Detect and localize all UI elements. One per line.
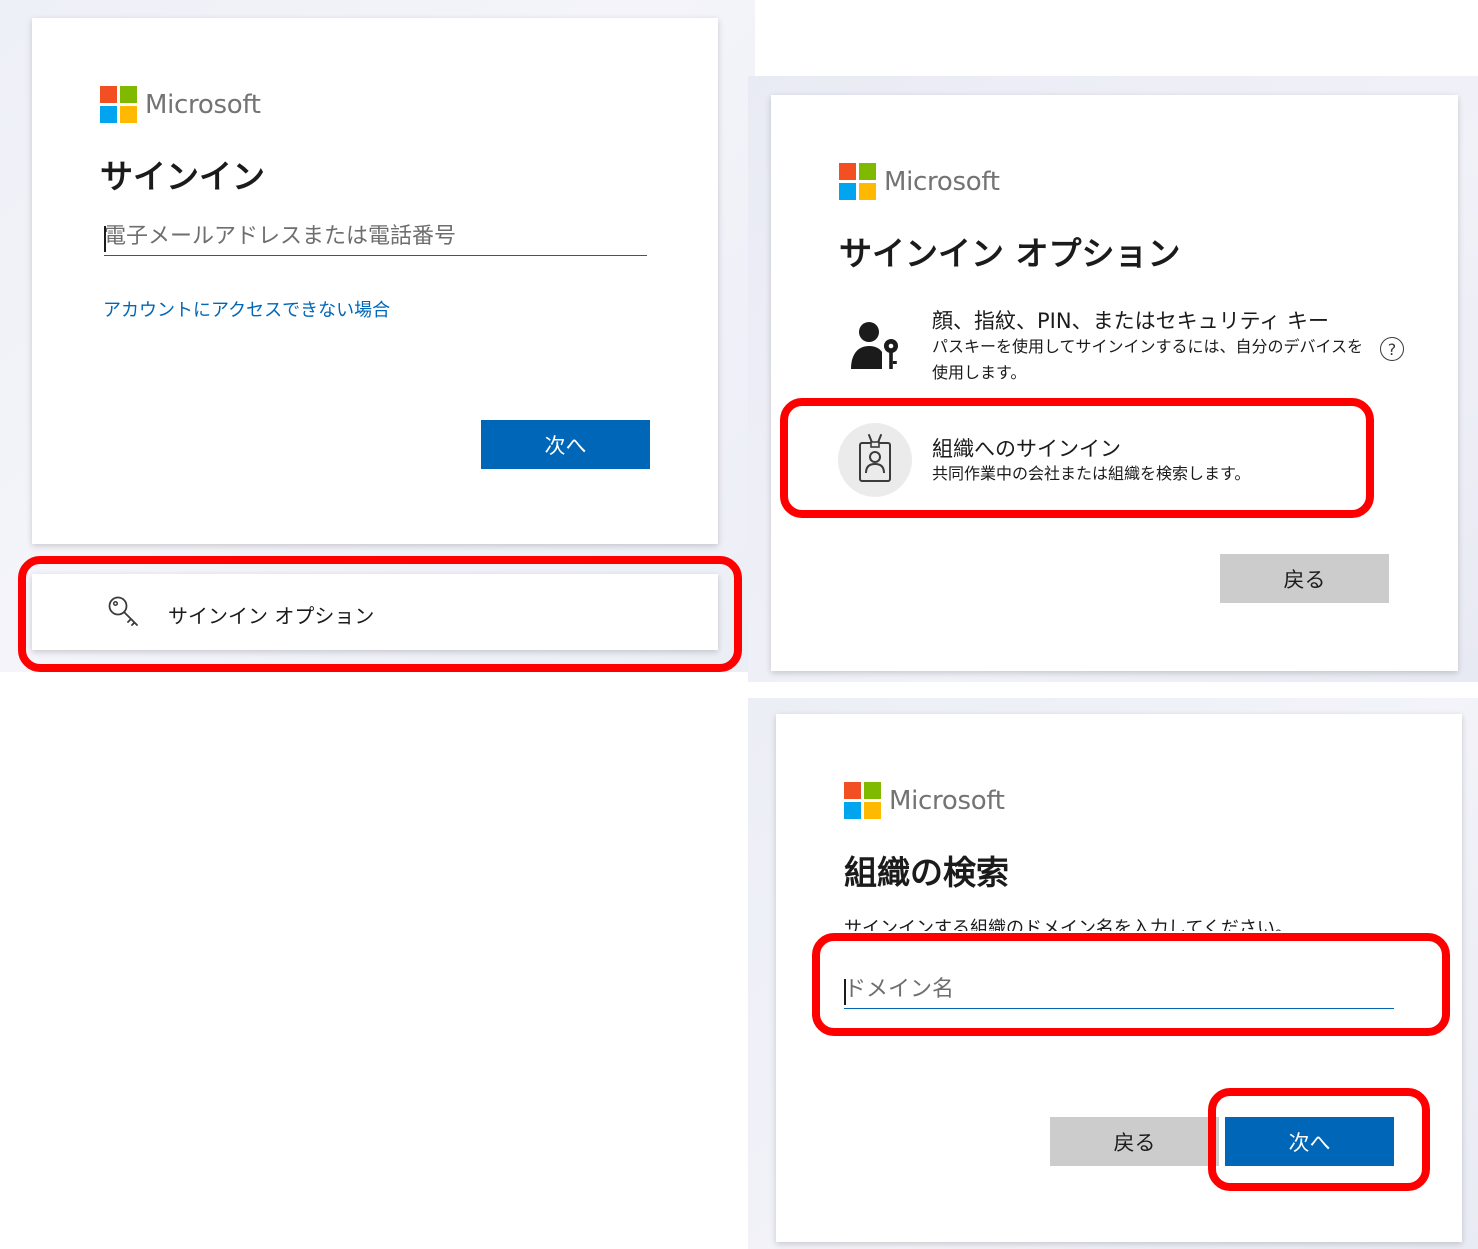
key-icon xyxy=(106,594,142,634)
signin-card: Microsoft サインイン アカウントにアクセスできない場合 次へ xyxy=(32,18,718,544)
passkey-option-description: パスキーを使用してサインインするには、自分のデバイスを使用します。 xyxy=(932,337,1364,382)
signin-options-page-card: Microsoft サインイン オプション 顔、指紋、PIN、またはセキュリティ… xyxy=(771,95,1458,671)
cant-access-account-link[interactable]: アカウントにアクセスできない場合 xyxy=(103,296,390,322)
back-button[interactable]: 戻る xyxy=(1220,554,1389,603)
domain-input[interactable] xyxy=(844,977,1394,1009)
page-title: サインイン xyxy=(100,157,265,196)
signin-options-label: サインイン オプション xyxy=(168,603,375,628)
org-option-title: 組織へのサインイン xyxy=(932,437,1121,461)
text-caret xyxy=(844,979,846,1005)
page-title: サインイン オプション xyxy=(839,234,1181,273)
email-input[interactable] xyxy=(104,224,647,256)
help-icon[interactable]: ? xyxy=(1380,337,1404,361)
page-title: 組織の検索 xyxy=(844,853,1009,892)
microsoft-logo: Microsoft xyxy=(844,782,1005,819)
microsoft-logo-icon xyxy=(839,163,876,200)
next-button[interactable]: 次へ xyxy=(1225,1117,1394,1166)
person-key-icon xyxy=(849,319,901,375)
signin-options-card[interactable]: サインイン オプション xyxy=(32,574,718,650)
org-search-card: Microsoft 組織の検索 サインインする組織のドメイン名を入力してください… xyxy=(776,714,1462,1242)
microsoft-logo-icon xyxy=(100,86,137,123)
signin-options-row[interactable]: サインイン オプション xyxy=(106,594,374,634)
microsoft-logo: Microsoft xyxy=(100,86,261,123)
back-button[interactable]: 戻る xyxy=(1050,1117,1219,1166)
microsoft-logo: Microsoft xyxy=(839,163,1000,200)
microsoft-logo-icon xyxy=(844,782,881,819)
org-icon-circle xyxy=(838,423,912,497)
microsoft-logo-text: Microsoft xyxy=(145,89,261,120)
next-button[interactable]: 次へ xyxy=(481,420,650,469)
org-option-description: 共同作業中の会社または組織を検索します。 xyxy=(932,464,1251,483)
passkey-option-title: 顔、指紋、PIN、またはセキュリティ キー xyxy=(932,309,1329,333)
microsoft-logo-text: Microsoft xyxy=(884,166,1000,197)
microsoft-logo-text: Microsoft xyxy=(889,785,1005,816)
domain-instruction: サインインする組織のドメイン名を入力してください。 xyxy=(844,918,1293,931)
badge-icon xyxy=(856,433,894,487)
text-caret xyxy=(104,226,106,252)
